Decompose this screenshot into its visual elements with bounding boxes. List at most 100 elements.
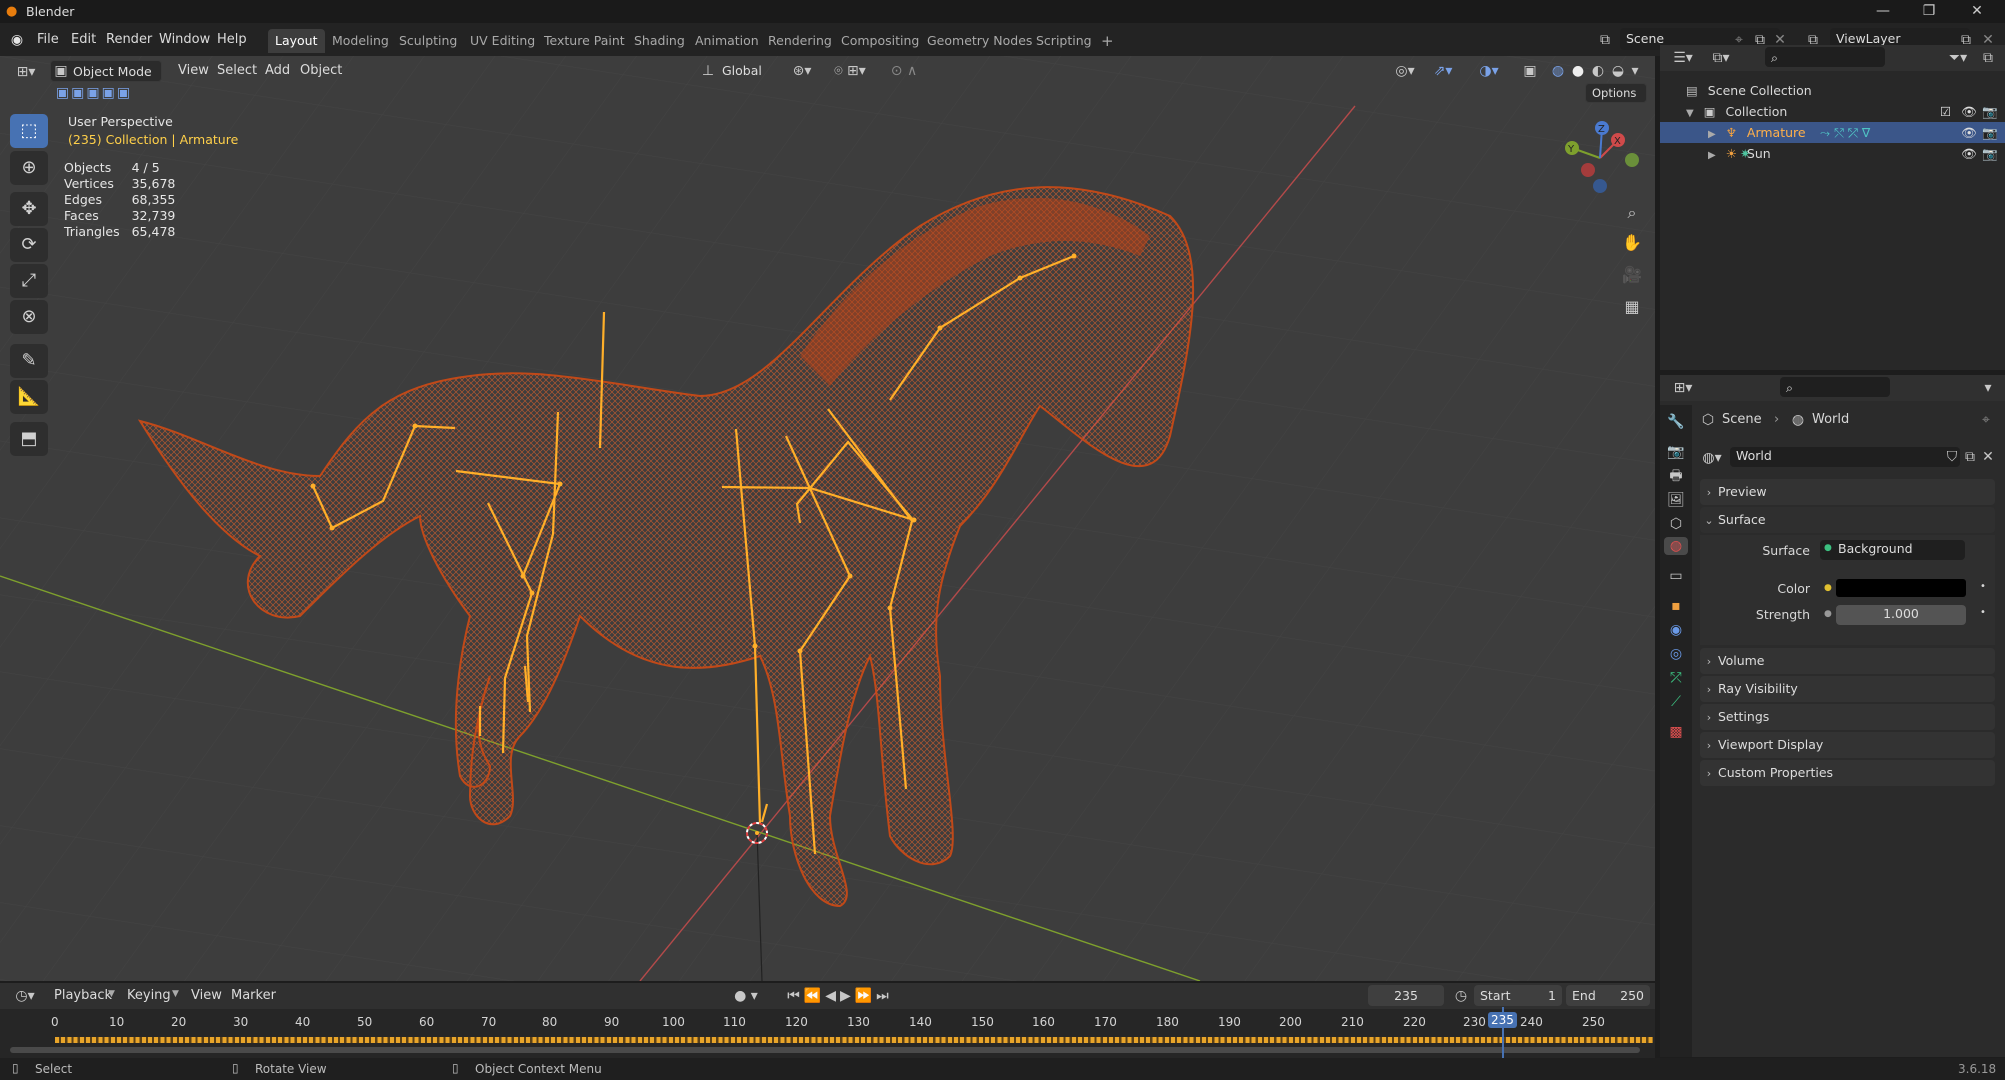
auto-keying-icon[interactable]: ● ▾ <box>733 987 759 1005</box>
timeline-menu-keying[interactable]: Keying <box>123 985 175 1007</box>
panel-preview[interactable]: › Preview <box>1700 479 1995 505</box>
panel-ray-visibility[interactable]: › Ray Visibility <box>1700 676 1995 702</box>
eye-icon[interactable]: 👁 <box>1961 143 1977 164</box>
tool-tab-icon[interactable]: 🔧 <box>1667 413 1685 431</box>
outliner-item-sun[interactable]: ▶ ☀ Sun ✷ 👁 📷 <box>1660 143 2005 164</box>
render-tab-icon[interactable]: 📷 <box>1667 443 1685 461</box>
camera-icon[interactable]: 📷 <box>1982 143 1998 164</box>
camera-icon[interactable]: 📷 <box>1982 101 1998 122</box>
texture-tab-icon[interactable]: ▩ <box>1667 723 1685 741</box>
tool-add-cube[interactable]: ⬒ <box>10 422 48 456</box>
current-frame-field[interactable]: 235 <box>1368 985 1444 1006</box>
tab-compositing[interactable]: Compositing <box>834 29 926 53</box>
select-mode-buttons[interactable]: ▣▣▣▣▣ <box>46 84 146 104</box>
outliner-editor-type-icon[interactable]: ☰▾ <box>1670 49 1696 67</box>
outliner-item-armature[interactable]: ▶ ♆ Armature ⤳ ⤲ ⤱ ∇ 👁 📷 <box>1660 122 2005 143</box>
physics-tab-icon[interactable]: ◉ <box>1667 621 1685 639</box>
tab-texture-paint[interactable]: Texture Paint <box>537 29 632 53</box>
tab-scripting[interactable]: Scripting <box>1029 29 1099 53</box>
tab-layout[interactable]: Layout <box>268 29 325 53</box>
display-mode-icon[interactable]: ⧉▾ <box>1708 49 1734 67</box>
material-preview-icon[interactable]: ◐ <box>1588 62 1608 80</box>
overlay-toggle-icon[interactable]: ◑▾ <box>1474 62 1504 80</box>
view-layer-tab-icon[interactable]: 🖼 <box>1667 491 1685 509</box>
collection-tab-icon[interactable]: ▭ <box>1667 567 1685 585</box>
tool-scale[interactable]: ⤢ <box>10 264 48 298</box>
unlink-world-icon[interactable]: ✕ <box>1980 448 1996 466</box>
eye-icon[interactable]: 👁 <box>1961 101 1977 122</box>
expand-arrow-icon[interactable]: ▶ <box>1708 129 1716 140</box>
perspective-toggle-icon[interactable]: ▦ <box>1620 298 1644 316</box>
surface-shader-selector[interactable]: Background <box>1820 540 1965 560</box>
output-tab-icon[interactable]: 🖶 <box>1667 467 1685 485</box>
outliner-collection[interactable]: ▼ ▣ Collection ☑ 👁 📷 <box>1660 101 2005 122</box>
camera-icon[interactable]: 📷 <box>1982 122 1998 143</box>
viewport-menu-object[interactable]: Object <box>296 60 346 82</box>
world-tab-icon[interactable]: ◍ <box>1664 537 1688 555</box>
menu-render[interactable]: Render <box>102 29 156 51</box>
pan-hand-icon[interactable]: ✋ <box>1620 234 1644 252</box>
new-collection-icon[interactable]: ⧉ <box>1978 49 1998 67</box>
new-world-icon[interactable]: ⧉ <box>1962 448 1978 466</box>
constraints-tab-icon[interactable]: ◎ <box>1667 645 1685 663</box>
outliner-scene-collection[interactable]: ▤ Scene Collection <box>1660 80 2005 101</box>
options-dropdown[interactable]: Options <box>1585 83 1647 103</box>
world-name-field[interactable]: World <box>1730 447 1960 467</box>
blender-menu-icon[interactable]: ◉ <box>8 31 26 49</box>
color-swatch[interactable] <box>1836 579 1966 597</box>
tool-measure[interactable]: 📐 <box>10 380 48 414</box>
keyframe-dot-icon[interactable]: • <box>1980 607 1986 618</box>
menu-window[interactable]: Window <box>155 29 214 51</box>
orientation-selector[interactable]: Global <box>716 60 780 82</box>
select-box-mode-icons[interactable]: ▣▣▣▣▣ <box>46 84 142 102</box>
proportional-editing-icon[interactable]: ⊙ ∧ <box>884 62 924 80</box>
expand-arrow-icon[interactable]: ▶ <box>1708 150 1716 161</box>
menu-edit[interactable]: Edit <box>67 29 100 51</box>
add-workspace-button[interactable]: + <box>1094 29 1121 53</box>
visibility-selector-icon[interactable]: ◎▾ <box>1390 62 1420 80</box>
camera-view-icon[interactable]: 🎥 <box>1620 266 1644 284</box>
minimize-button[interactable]: — <box>1860 0 1906 23</box>
tab-rendering[interactable]: Rendering <box>761 29 839 53</box>
tool-move[interactable]: ✥ <box>10 192 48 226</box>
rendered-shading-icon[interactable]: ◒ <box>1608 62 1628 80</box>
current-frame-marker[interactable]: 235 <box>1488 1012 1517 1028</box>
tab-geometry-nodes[interactable]: Geometry Nodes <box>920 29 1039 53</box>
viewport-menu-add[interactable]: Add <box>261 60 294 82</box>
gizmo-toggle-icon[interactable]: ⇗▾ <box>1428 62 1458 80</box>
shading-options-icon[interactable]: ▾ <box>1628 62 1642 80</box>
scene-tab-icon[interactable]: ⬡ <box>1667 515 1685 533</box>
timeline-menu-marker[interactable]: Marker <box>227 985 280 1007</box>
eye-icon[interactable]: 👁 <box>1961 122 1977 143</box>
close-window-button[interactable]: ✕ <box>1954 0 2000 23</box>
keyframe-dot-icon[interactable]: • <box>1980 581 1986 592</box>
expand-arrow-icon[interactable]: ▼ <box>1686 108 1694 119</box>
world-browse-icon[interactable]: ◍▾ <box>1700 449 1724 467</box>
zoom-icon[interactable]: ⌕ <box>1620 204 1644 222</box>
navigation-gizmo[interactable]: X Y Z <box>1560 118 1640 198</box>
properties-editor-type-icon[interactable]: ⊞▾ <box>1670 379 1696 397</box>
xray-toggle-icon[interactable]: ▣ <box>1520 62 1540 80</box>
properties-options-icon[interactable]: ▾ <box>1980 379 1996 397</box>
editor-type-icon[interactable]: ⊞▾ <box>14 63 38 81</box>
strength-field[interactable]: 1.000 <box>1836 605 1966 625</box>
filter-icon[interactable]: ⏷▾ <box>1945 49 1971 67</box>
properties-search-input[interactable]: ⌕ <box>1780 377 1890 397</box>
menu-file[interactable]: File <box>33 29 63 51</box>
tab-modeling[interactable]: Modeling <box>325 29 396 53</box>
fake-user-icon[interactable]: ⛉ <box>1944 448 1960 466</box>
outliner-search-input[interactable]: ⌕ <box>1765 47 1885 67</box>
wireframe-shading-icon[interactable]: ◍ <box>1548 62 1568 80</box>
panel-surface[interactable]: ⌄ Surface <box>1700 507 1995 533</box>
panel-custom-properties[interactable]: › Custom Properties <box>1700 760 1995 786</box>
maximize-button[interactable]: ❐ <box>1906 0 1952 23</box>
playback-controls[interactable]: ⏮⏪◀▶⏩⏭ <box>780 987 900 1005</box>
timeline-menu-playback[interactable]: Playback <box>50 985 116 1007</box>
pivot-point-icon[interactable]: ⊛▾ <box>790 62 814 80</box>
menu-help[interactable]: Help <box>213 29 251 51</box>
tool-transform[interactable]: ⊗ <box>10 300 48 334</box>
bone-tab-icon[interactable]: ⟋ <box>1667 693 1685 711</box>
object-data-tab-icon[interactable]: ⤱ <box>1667 669 1685 687</box>
tab-animation[interactable]: Animation <box>688 29 766 53</box>
tab-sculpting[interactable]: Sculpting <box>392 29 464 53</box>
